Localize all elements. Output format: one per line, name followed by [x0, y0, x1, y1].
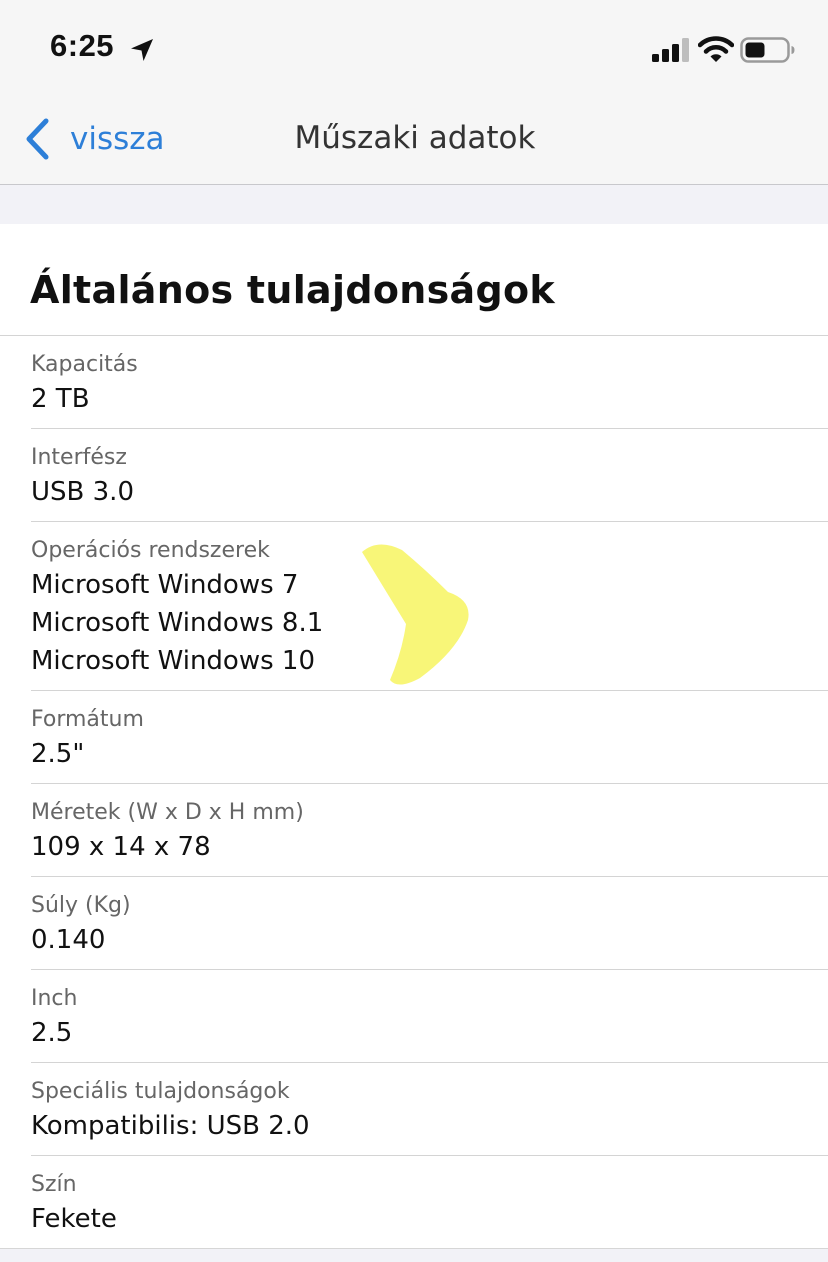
spec-row-format: Formátum 2.5"	[0, 691, 828, 784]
spec-label: Méretek (W x D x H mm)	[31, 800, 304, 825]
navigation-bar: vissza Műszaki adatok	[0, 90, 828, 185]
spec-value: USB 3.0	[31, 477, 134, 507]
spec-value: Microsoft Windows 7	[31, 570, 299, 600]
spec-label: Inch	[31, 986, 78, 1011]
spec-label: Formátum	[31, 707, 144, 732]
spec-row-inch: Inch 2.5	[0, 970, 828, 1063]
spec-value: 2.5"	[31, 739, 85, 769]
section-title: Általános tulajdonságok	[0, 224, 828, 336]
battery-icon	[740, 37, 795, 63]
spec-row-color: Szín Fekete	[0, 1156, 828, 1249]
spec-row-special-features: Speciális tulajdonságok Kompatibilis: US…	[0, 1063, 828, 1156]
spec-value: Microsoft Windows 8.1	[31, 608, 324, 638]
spec-value: Microsoft Windows 10	[31, 646, 315, 676]
spec-value: 2 TB	[31, 384, 90, 414]
spec-value: 109 x 14 x 78	[31, 832, 211, 862]
spec-row-interface: Interfész USB 3.0	[0, 429, 828, 522]
status-time: 6:25	[50, 28, 115, 63]
page-title: Műszaki adatok	[294, 120, 536, 156]
spec-value: Kompatibilis: USB 2.0	[31, 1111, 310, 1141]
spec-card: Általános tulajdonságok Kapacitás 2 TB I…	[0, 224, 828, 1249]
spec-label: Szín	[31, 1172, 77, 1197]
spec-label: Kapacitás	[31, 352, 138, 377]
spec-row-dimensions: Méretek (W x D x H mm) 109 x 14 x 78	[0, 784, 828, 877]
spec-value: 2.5	[31, 1018, 73, 1048]
spec-value: 0.140	[31, 925, 106, 955]
spec-label: Súly (Kg)	[31, 893, 131, 918]
spec-label: Operációs rendszerek	[31, 538, 270, 563]
spec-row-weight: Súly (Kg) 0.140	[0, 877, 828, 970]
spec-row-operating-systems: Operációs rendszerek Microsoft Windows 7…	[0, 522, 828, 691]
spec-label: Interfész	[31, 445, 127, 470]
spec-label: Speciális tulajdonságok	[31, 1079, 290, 1104]
spec-value: Fekete	[31, 1204, 117, 1234]
wifi-icon	[698, 36, 734, 62]
spec-row-capacity: Kapacitás 2 TB	[0, 336, 828, 429]
status-bar: 6:25	[0, 0, 828, 90]
cellular-signal-icon	[652, 38, 689, 62]
location-arrow-icon	[131, 39, 153, 61]
